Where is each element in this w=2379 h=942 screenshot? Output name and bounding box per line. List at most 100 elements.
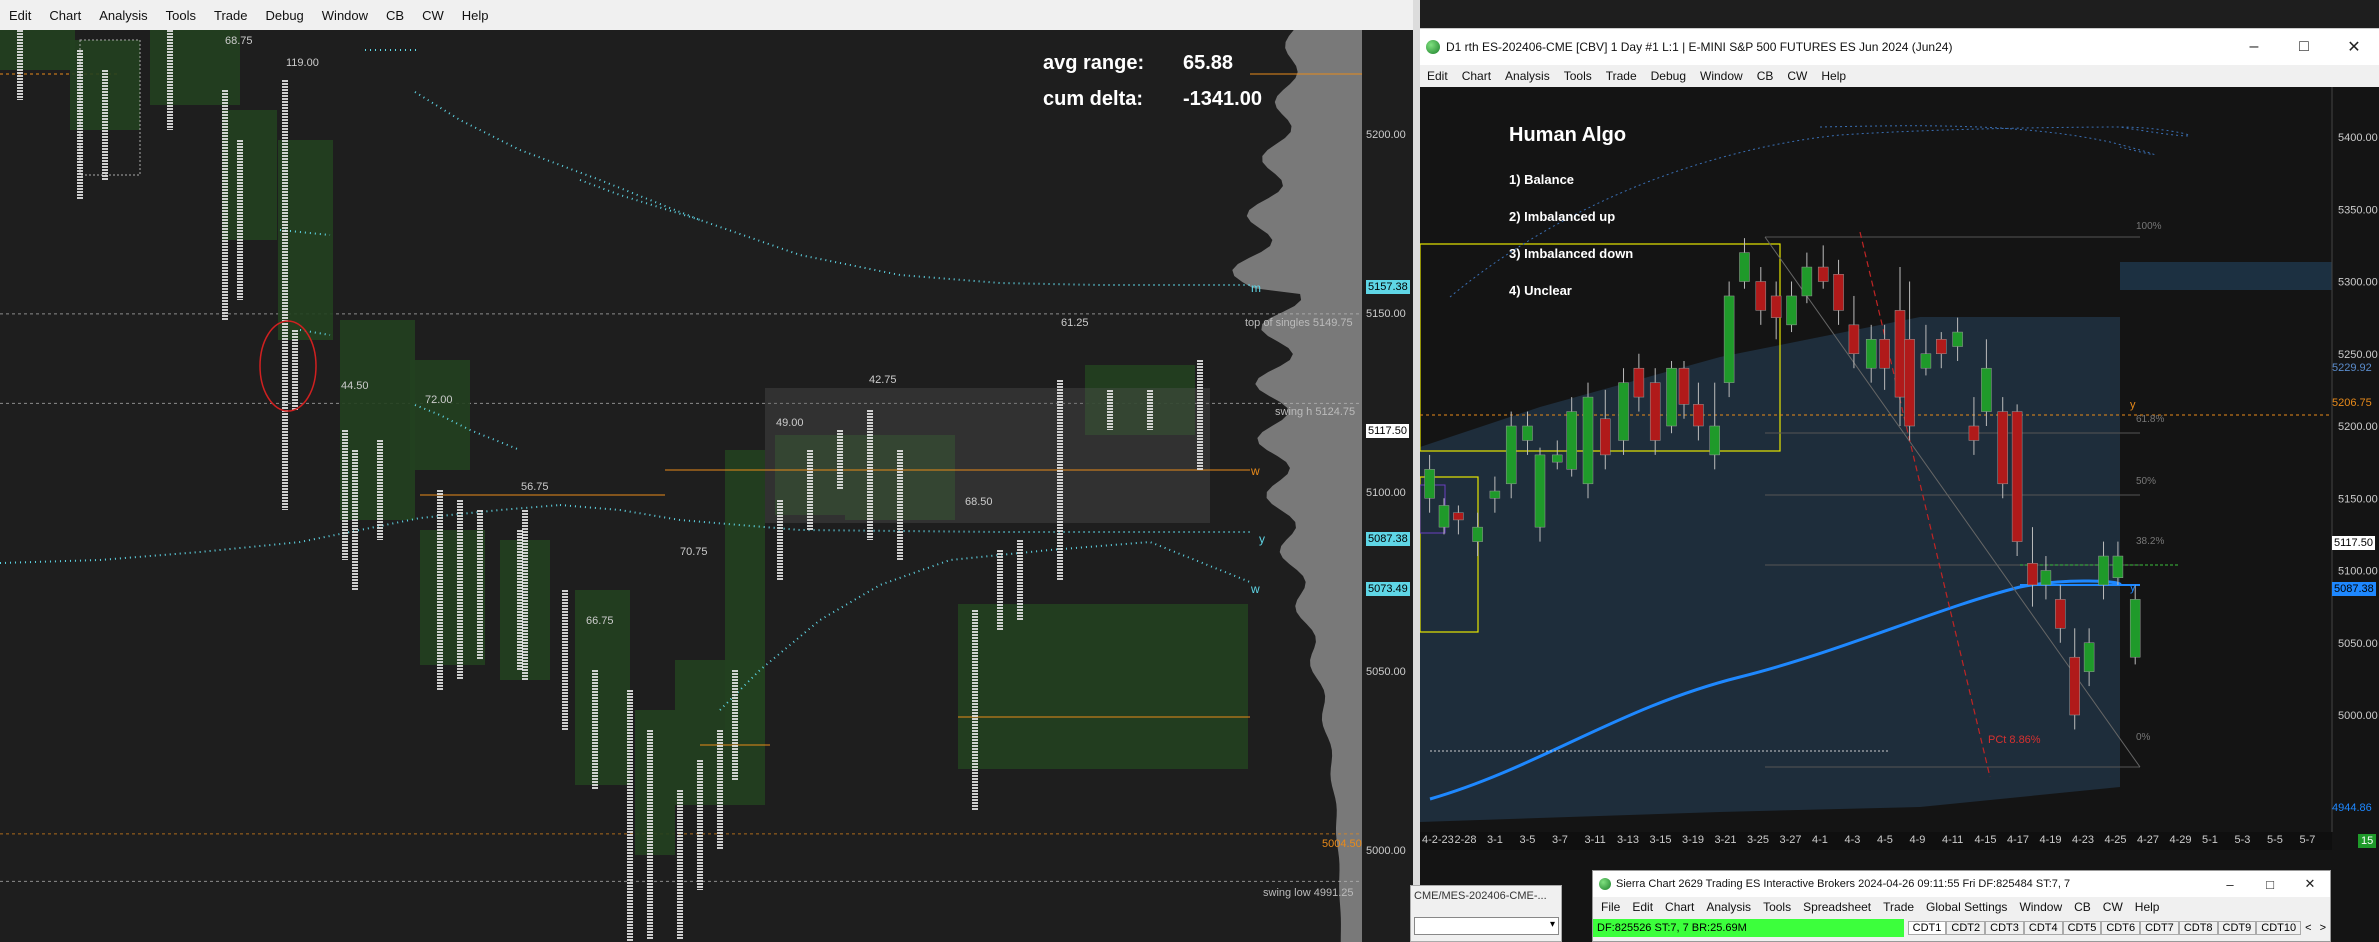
small-window-title: CME/MES-202406-CME-...	[1414, 890, 1547, 902]
maximize-button[interactable]: □	[2279, 38, 2329, 56]
right-chart-window[interactable]: D1 rth ES-202406-CME [CBV] 1 Day #1 L:1 …	[1420, 28, 2379, 942]
range-label-42-75: 42.75	[869, 374, 897, 386]
tab-cdt7[interactable]: CDT7	[2140, 921, 2179, 935]
range-label-56-75: 56.75	[521, 481, 549, 493]
sierra-close-button[interactable]: ✕	[2290, 876, 2330, 892]
left-price-label: 5150.00	[1366, 308, 1406, 320]
rmenu-analysis[interactable]: Analysis	[1498, 69, 1557, 83]
candle-body-45	[2112, 555, 2124, 578]
fib-61-8: 61.8%	[2136, 414, 2165, 425]
candle-body-34	[1952, 331, 1963, 347]
range-label-68-75: 68.75	[225, 35, 253, 47]
volume-profile	[1232, 30, 1362, 942]
rmenu-cw[interactable]: CW	[1780, 69, 1814, 83]
tab-cdt9[interactable]: CDT9	[2217, 921, 2257, 935]
candle-body-2	[1453, 512, 1464, 521]
tab-cdt8[interactable]: CDT8	[2178, 921, 2218, 935]
smenu-help[interactable]: Help	[2129, 900, 2166, 914]
smenu-trade[interactable]: Trade	[1877, 900, 1920, 914]
right-menubar: Edit Chart Analysis Tools Trade Debug Wi…	[1420, 65, 2379, 87]
status-bar: DF:825526 ST:7, 7 BR:25.69M	[1593, 919, 1904, 937]
sierra-titlebar[interactable]: Sierra Chart 2629 Trading ES Interactive…	[1593, 871, 2330, 897]
small-window-dropdown[interactable]: ▾	[1414, 917, 1559, 935]
smenu-cw[interactable]: CW	[2097, 900, 2129, 914]
rmenu-help[interactable]: Help	[1814, 69, 1853, 83]
legend-item-imbalanced-up: 2) Imbalanced up	[1509, 209, 1616, 224]
price-tag-5117: 5117.50	[1366, 424, 1409, 438]
tab-scroll-right-icon[interactable]: >	[2316, 922, 2330, 934]
date-label: 3-13	[1617, 834, 1640, 846]
minimize-button[interactable]: –	[2229, 38, 2279, 56]
smenu-window[interactable]: Window	[2013, 900, 2068, 914]
cyan-curve-2	[579, 179, 701, 221]
menu-analysis[interactable]: Analysis	[90, 8, 156, 23]
menu-edit[interactable]: Edit	[0, 8, 40, 23]
tab-cdt6[interactable]: CDT6	[2101, 921, 2141, 935]
candle-body-24	[1801, 266, 1813, 297]
smenu-file[interactable]: File	[1595, 900, 1626, 914]
smenu-edit[interactable]: Edit	[1626, 900, 1659, 914]
rmenu-window[interactable]: Window	[1693, 69, 1750, 83]
tab-cdt5[interactable]: CDT5	[2062, 921, 2102, 935]
smenu-analysis[interactable]: Analysis	[1700, 900, 1757, 914]
rmenu-chart[interactable]: Chart	[1455, 69, 1498, 83]
left-chart-window[interactable]: 5200.00 5150.00 5100.00 5050.00 5000.00 avg …	[0, 30, 1413, 942]
legend-title: Human Algo	[1509, 124, 1627, 146]
menu-chart[interactable]: Chart	[40, 8, 90, 23]
upper-dotted-curve-2	[1819, 125, 2155, 156]
tab-cdt1[interactable]: CDT1	[1907, 921, 1947, 935]
left-price-label: 5200.00	[1366, 129, 1406, 141]
menu-trade[interactable]: Trade	[205, 8, 256, 23]
candle-body-27	[1848, 324, 1860, 355]
candle-body-4	[1489, 490, 1501, 499]
left-chart-canvas[interactable]: 5200.00 5150.00 5100.00 5050.00 5000.00	[0, 30, 1413, 942]
price-tag-5004: 5004.50	[1322, 838, 1362, 850]
date-label: 3-7	[1552, 834, 1568, 846]
candle-body-20	[1739, 252, 1750, 282]
rmenu-edit[interactable]: Edit	[1420, 69, 1455, 83]
tab-cdt2[interactable]: CDT2	[1946, 921, 1986, 935]
smenu-chart[interactable]: Chart	[1659, 900, 1700, 914]
smenu-cb[interactable]: CB	[2068, 900, 2097, 914]
rmenu-tools[interactable]: Tools	[1557, 69, 1599, 83]
price-tag-5087: 5087.38	[1366, 532, 1410, 546]
menu-cb[interactable]: CB	[377, 8, 413, 23]
range-label-68-50: 68.50	[965, 496, 993, 508]
tab-cdt3[interactable]: CDT3	[1985, 921, 2024, 935]
sierra-main-window[interactable]: Sierra Chart 2629 Trading ES Interactive…	[1592, 870, 2331, 942]
menu-debug[interactable]: Debug	[256, 8, 312, 23]
legend-item-balance: 1) Balance	[1509, 172, 1575, 187]
tab-cdt10[interactable]: CDT10	[2256, 921, 2302, 935]
pct-label: PCt 8.86%	[1988, 734, 2041, 746]
fib-50: 50%	[2136, 476, 2157, 487]
balance-box-12	[725, 450, 765, 740]
menu-help[interactable]: Help	[453, 8, 498, 23]
smenu-tools[interactable]: Tools	[1757, 900, 1797, 914]
tab-cdt4[interactable]: CDT4	[2023, 921, 2063, 935]
window-divider[interactable]	[1413, 0, 1420, 942]
sierra-minimize-button[interactable]: –	[2210, 877, 2250, 892]
right-titlebar[interactable]: D1 rth ES-202406-CME [CBV] 1 Day #1 L:1 …	[1420, 29, 2379, 65]
smenu-global-settings[interactable]: Global Settings	[1920, 900, 2013, 914]
small-window[interactable]: CME/MES-202406-CME-... ▾	[1410, 885, 1562, 942]
date-label: 4-23	[2072, 834, 2095, 846]
date-label: 4-1	[1812, 834, 1828, 846]
menu-tools[interactable]: Tools	[157, 8, 205, 23]
candle-body-6	[1522, 425, 1533, 441]
menu-cw[interactable]: CW	[413, 8, 453, 23]
smenu-spreadsheet[interactable]: Spreadsheet	[1797, 900, 1877, 914]
rmenu-trade[interactable]: Trade	[1599, 69, 1644, 83]
close-button[interactable]: ✕	[2329, 37, 2379, 57]
tab-scroll-left-icon[interactable]: <	[2301, 922, 2315, 934]
candle-body-8	[1552, 454, 1563, 463]
candle-body-25	[1817, 266, 1829, 282]
candle-body-29	[1879, 339, 1890, 369]
date-label: 5-7	[2299, 834, 2316, 846]
candle-body-19	[1723, 295, 1735, 383]
avg-range-label: avg range:	[1043, 52, 1145, 74]
candle-body-26	[1833, 274, 1844, 311]
menu-window[interactable]: Window	[313, 8, 377, 23]
sierra-maximize-button[interactable]: □	[2250, 877, 2290, 892]
rmenu-debug[interactable]: Debug	[1644, 69, 1693, 83]
rmenu-cb[interactable]: CB	[1750, 69, 1781, 83]
